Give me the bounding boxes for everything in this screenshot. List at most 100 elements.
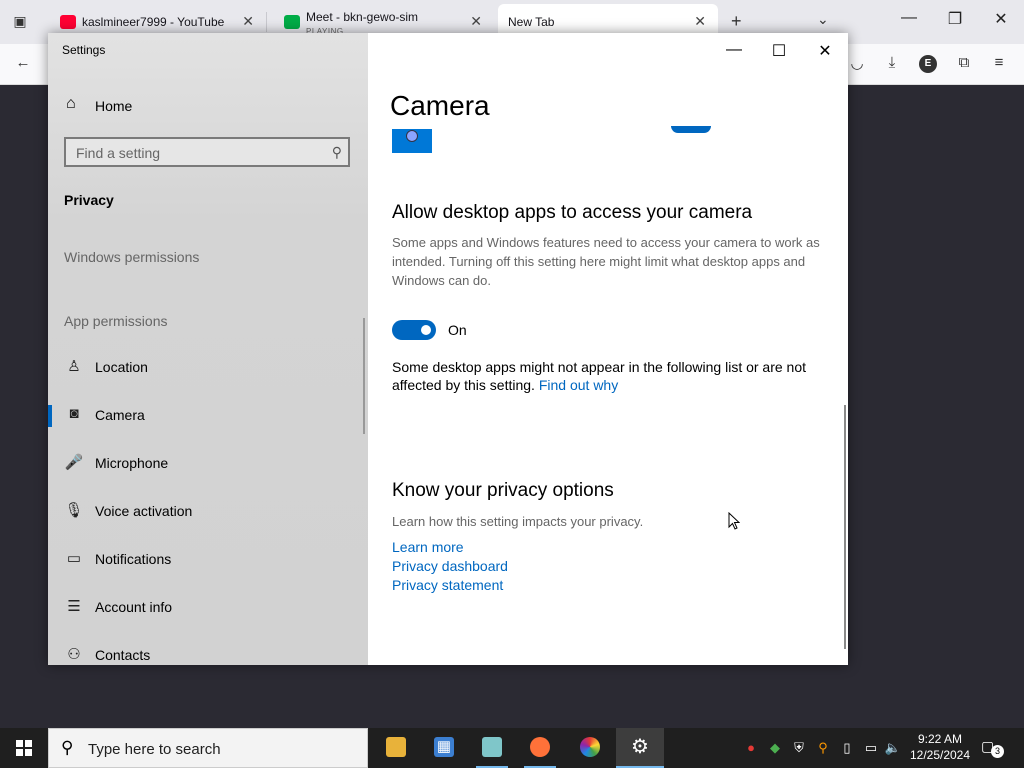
profile-avatar[interactable]: E	[919, 55, 937, 73]
action-center-button[interactable]: ▢ 3	[981, 738, 1004, 758]
browser-minimize-button[interactable]: —	[894, 9, 924, 27]
taskbar-settings[interactable]: ⚙	[616, 728, 664, 768]
search-icon: ⚲	[61, 738, 74, 757]
notifications-icon: ▭	[66, 550, 82, 567]
tray-app-icon-2[interactable]: ◆	[766, 739, 784, 757]
tab-title: New Tab	[508, 15, 555, 29]
firefox-icon	[530, 737, 550, 757]
home-icon: ⌂	[66, 95, 76, 112]
usb-icon[interactable]: ▯	[838, 739, 856, 757]
camera-icon: ◙	[69, 405, 79, 422]
gear-icon: ⚙	[631, 736, 649, 758]
camera-lens	[406, 130, 418, 142]
account-info-icon: ☰	[67, 598, 81, 615]
taskbar-app[interactable]	[468, 728, 516, 768]
settings-sidebar: Settings ⌂ Home Find a setting ⚲ Privacy…	[48, 33, 368, 665]
toggle-state-label: On	[448, 322, 467, 338]
menu-icon[interactable]: ≡	[988, 54, 1010, 71]
start-button[interactable]	[0, 728, 48, 768]
close-tab-icon[interactable]: ✕	[694, 13, 706, 30]
app-icon	[482, 737, 502, 757]
toggle-knob	[421, 325, 431, 335]
voice-activation-icon: 🎙	[64, 502, 84, 519]
home-label: Home	[95, 98, 133, 114]
taskbar-paint[interactable]	[566, 728, 614, 768]
contacts-icon: ⚇	[67, 646, 81, 663]
privacy-links: Learn more Privacy dashboard Privacy sta…	[392, 538, 508, 595]
defender-shield-icon[interactable]: ⛨	[790, 739, 808, 757]
find-setting-input[interactable]: Find a setting ⚲	[64, 137, 350, 167]
tab-title: Meet - bkn-gewo-sim	[306, 10, 419, 24]
close-tab-icon[interactable]: ✕	[470, 13, 482, 30]
list-all-tabs-icon[interactable]: ⌄	[817, 11, 829, 28]
back-arrow-icon[interactable]: ←	[12, 54, 34, 71]
sidebar-item-label: Contacts	[95, 647, 151, 663]
taskbar-file-explorer[interactable]	[372, 728, 420, 768]
sidebar-item-camera[interactable]: ◙ Camera	[48, 395, 360, 435]
new-tab-button[interactable]: +	[731, 11, 742, 32]
taskbar-firefox[interactable]	[516, 728, 564, 768]
group-header-windows-permissions: Windows permissions	[64, 249, 200, 265]
find-out-why-link[interactable]: Find out why	[539, 377, 618, 393]
learn-more-link[interactable]: Learn more	[392, 538, 508, 557]
maximize-button[interactable]: ☐	[765, 41, 793, 61]
privacy-dashboard-link[interactable]: Privacy dashboard	[392, 557, 508, 576]
desktop-apps-heading: Allow desktop apps to access your camera	[392, 202, 753, 223]
sidebar-item-label: Account info	[95, 599, 173, 615]
sidebar-item-account-info[interactable]: ☰ Account info	[48, 587, 360, 627]
taskbar-search-box[interactable]: ⚲ Type here to search	[48, 728, 368, 768]
tab-title: kaslmineer7999 - YouTube	[82, 15, 225, 29]
partial-toggle[interactable]	[671, 126, 711, 133]
sidebar-item-label: Notifications	[95, 551, 172, 567]
sidebar-scrollbar[interactable]	[363, 318, 365, 434]
desktop-apps-description: Some apps and Windows features need to a…	[392, 235, 820, 288]
sidebar-item-label: Microphone	[95, 455, 169, 471]
sidebar-item-contacts[interactable]: ⚇ Contacts	[48, 635, 360, 665]
close-tab-icon[interactable]: ✕	[242, 13, 254, 30]
file-explorer-icon	[386, 737, 406, 757]
privacy-statement-link[interactable]: Privacy statement	[392, 576, 508, 595]
selected-indicator	[48, 405, 52, 427]
color-wheel-icon	[580, 737, 600, 757]
clock-time: 9:22 AM	[917, 732, 963, 746]
sidebar-item-microphone[interactable]: 🎤 Microphone	[48, 443, 360, 483]
sidebar-item-label: Voice activation	[95, 503, 193, 519]
tray-search-icon[interactable]: ⚲	[814, 739, 832, 757]
close-button[interactable]: ✕	[811, 41, 839, 61]
privacy-options-description: Learn how this setting impacts your priv…	[392, 514, 644, 529]
sidebar-item-location[interactable]: ♙ Location	[48, 347, 360, 387]
settings-content: — ☐ ✕ Camera Allow desktop apps to acces…	[368, 33, 848, 665]
pocket-icon[interactable]: ◡	[846, 54, 868, 72]
system-clock[interactable]: 9:22 AM 12/25/2024	[904, 731, 976, 763]
content-scrollbar[interactable]	[844, 405, 846, 649]
sidebar-item-notifications[interactable]: ▭ Notifications	[48, 539, 360, 579]
notification-count: 3	[991, 745, 1004, 758]
minimize-button[interactable]: —	[720, 41, 748, 61]
mouse-cursor-icon	[728, 512, 740, 530]
sidebar-item-voice-activation[interactable]: 🎙 Voice activation	[48, 491, 360, 531]
settings-window: Settings ⌂ Home Find a setting ⚲ Privacy…	[48, 33, 848, 665]
tray-app-icon[interactable]: ●	[742, 739, 760, 757]
youtube-icon	[60, 15, 76, 29]
taskbar-search-placeholder: Type here to search	[88, 741, 221, 758]
desktop-apps-camera-toggle[interactable]	[392, 320, 436, 340]
taskbar-microsoft-store[interactable]: ▦	[420, 728, 468, 768]
download-icon[interactable]: ⤓	[881, 54, 903, 71]
sidebar-item-label: Camera	[95, 407, 145, 423]
tab-list-icon[interactable]: ▣	[10, 13, 30, 31]
browser-restore-button[interactable]: ❐	[940, 9, 970, 29]
network-icon[interactable]: ▭	[862, 739, 880, 757]
sidebar-item-label: Location	[95, 359, 148, 375]
volume-icon[interactable]: 🔈	[884, 739, 902, 757]
search-icon[interactable]: ⚲	[332, 144, 342, 161]
microsoft-store-icon: ▦	[434, 737, 454, 757]
group-header-app-permissions: App permissions	[64, 313, 168, 329]
extensions-icon[interactable]: ⧉	[953, 54, 975, 71]
taskbar: ⚲ Type here to search ▦ ⚙ ● ◆ ⛨ ⚲ ▯ ▭ 🔈 …	[0, 728, 1024, 768]
windows-logo-icon	[16, 740, 32, 756]
section-title-privacy: Privacy	[64, 192, 114, 208]
desktop-apps-note: Some desktop apps might not appear in th…	[392, 358, 832, 394]
microphone-icon: 🎤	[64, 454, 84, 471]
camera-app-icon	[392, 129, 432, 153]
browser-close-button[interactable]: ✕	[986, 9, 1016, 29]
